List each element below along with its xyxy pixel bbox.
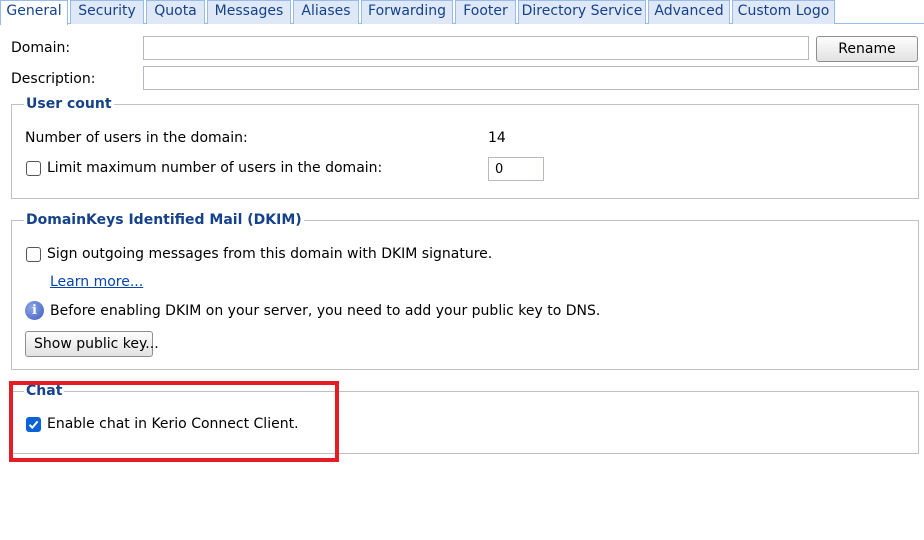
tab-directory-service[interactable]: Directory Service [518, 0, 646, 24]
rename-button[interactable]: Rename [816, 36, 918, 62]
limit-users-label: Limit maximum number of users in the dom… [47, 160, 383, 176]
tab-messages[interactable]: Messages [207, 0, 291, 24]
dkim-info-text: Before enabling DKIM on your server, you… [50, 303, 601, 319]
domain-label: Domain: [11, 40, 71, 56]
limit-users-checkbox[interactable] [26, 161, 41, 176]
tab-advanced[interactable]: Advanced [648, 0, 730, 24]
users-count-value: 14 [488, 130, 506, 146]
description-label: Description: [11, 71, 96, 87]
tab-footer[interactable]: Footer [455, 0, 516, 24]
highlight-box [9, 381, 339, 462]
show-public-key-button[interactable]: Show public key... [25, 331, 159, 357]
user-count-group: User count [11, 96, 919, 199]
dkim-legend: DomainKeys Identified Mail (DKIM) [26, 212, 302, 228]
domain-input[interactable] [143, 36, 809, 60]
tab-bar: General Security Quota Messages Aliases … [0, 0, 924, 25]
tab-forwarding[interactable]: Forwarding [361, 0, 453, 24]
limit-users-input[interactable] [488, 157, 544, 181]
tab-security[interactable]: Security [70, 0, 144, 24]
description-input[interactable] [143, 66, 919, 90]
dkim-sign-checkbox[interactable] [26, 247, 41, 262]
user-count-legend: User count [26, 96, 112, 112]
users-count-label: Number of users in the domain: [25, 130, 248, 146]
dkim-sign-label: Sign outgoing messages from this domain … [47, 246, 493, 262]
info-icon: i [25, 301, 44, 320]
learn-more-link[interactable]: Learn more... [50, 274, 143, 290]
tab-quota[interactable]: Quota [146, 0, 205, 24]
tab-general[interactable]: General [0, 0, 68, 25]
tab-aliases[interactable]: Aliases [293, 0, 359, 24]
tab-custom-logo[interactable]: Custom Logo [732, 0, 835, 24]
